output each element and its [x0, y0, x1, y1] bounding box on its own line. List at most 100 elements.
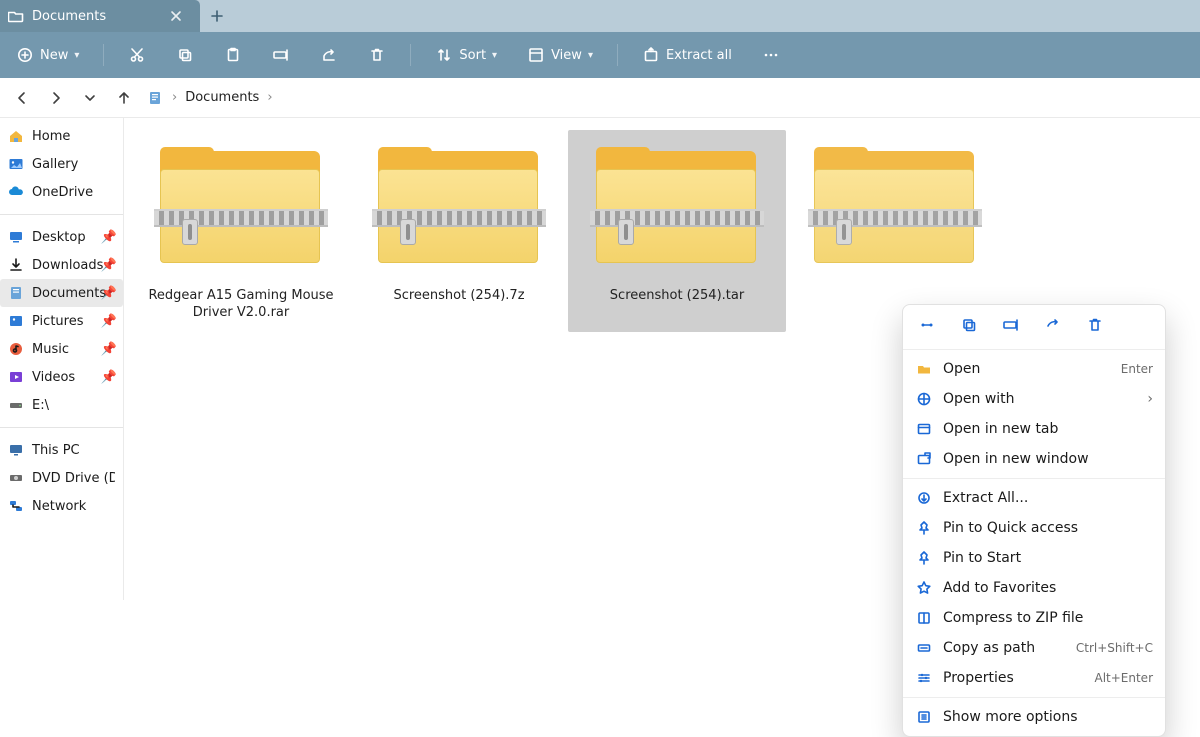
breadcrumb-documents[interactable]: Documents — [185, 90, 259, 105]
file-name: Redgear A15 Gaming Mouse Driver V2.0.rar — [138, 288, 344, 322]
paste-button[interactable] — [218, 42, 248, 68]
cloud-icon — [8, 184, 24, 200]
breadcrumb-separator: › — [267, 90, 272, 105]
sidebar-item-label: Gallery — [32, 157, 78, 172]
ctx-pin-quick-access[interactable]: Pin to Quick access — [903, 513, 1165, 543]
new-tab-button[interactable] — [200, 0, 234, 32]
chevron-right-icon: › — [1147, 391, 1153, 407]
copy-icon — [176, 46, 194, 64]
view-label: View — [551, 48, 582, 63]
chevron-down-icon: ▾ — [492, 50, 497, 61]
view-button[interactable]: View ▾ — [521, 42, 599, 68]
zip-folder-icon — [587, 142, 767, 282]
tab-documents[interactable]: Documents — [0, 0, 200, 32]
ctx-action-link[interactable] — [913, 313, 941, 337]
sidebar-item-network[interactable]: Network — [0, 492, 123, 520]
ctx-label: Open — [943, 361, 980, 377]
rename-button[interactable] — [266, 42, 296, 68]
sidebar-item-onedrive[interactable]: OneDrive — [0, 178, 123, 206]
sidebar-item-home[interactable]: Home — [0, 122, 123, 150]
music-icon — [8, 341, 24, 357]
file-item[interactable] — [786, 130, 1004, 332]
video-icon — [8, 369, 24, 385]
sidebar-item-videos[interactable]: Videos 📌 — [0, 363, 123, 391]
ctx-label: Copy as path — [943, 640, 1035, 656]
ctx-extract-all[interactable]: Extract All... — [903, 483, 1165, 513]
ctx-shortcut: Ctrl+Shift+C — [1076, 641, 1153, 655]
breadcrumb-separator: › — [172, 90, 177, 105]
sort-icon — [435, 46, 453, 64]
drive-icon — [8, 397, 24, 413]
content-area: Redgear A15 Gaming Mouse Driver V2.0.rar… — [124, 118, 1200, 600]
pc-icon — [8, 442, 24, 458]
ctx-show-more[interactable]: Show more options — [903, 702, 1165, 732]
ctx-properties[interactable]: Properties Alt+Enter — [903, 663, 1165, 693]
ctx-label: Open in new tab — [943, 421, 1058, 437]
home-icon — [8, 128, 24, 144]
dvd-icon — [8, 470, 24, 486]
sidebar-item-gallery[interactable]: Gallery — [0, 150, 123, 178]
forward-button[interactable] — [42, 84, 70, 112]
ctx-open-new-window[interactable]: Open in new window — [903, 444, 1165, 474]
sidebar-item-drive-e[interactable]: E:\ — [0, 391, 123, 419]
network-icon — [8, 498, 24, 514]
toolbar: New ▾ Sort ▾ View ▾ Extract all — [0, 32, 1200, 78]
delete-button[interactable] — [362, 42, 392, 68]
file-item[interactable]: Screenshot (254).tar — [568, 130, 786, 332]
ctx-label: Pin to Start — [943, 550, 1021, 566]
ctx-compress-zip[interactable]: Compress to ZIP file — [903, 603, 1165, 633]
sidebar-item-documents[interactable]: Documents 📌 — [0, 279, 123, 307]
ctx-action-share[interactable] — [1039, 313, 1067, 337]
sidebar-item-dvd[interactable]: DVD Drive (D:) CCC — [0, 464, 123, 492]
ctx-open-with[interactable]: Open with › — [903, 384, 1165, 414]
sidebar-item-this-pc[interactable]: This PC — [0, 436, 123, 464]
view-icon — [527, 46, 545, 64]
pin-icon — [915, 549, 933, 567]
ctx-add-favorites[interactable]: Add to Favorites — [903, 573, 1165, 603]
sidebar-item-label: Music — [32, 342, 69, 357]
sidebar-item-desktop[interactable]: Desktop 📌 — [0, 223, 123, 251]
sort-button[interactable]: Sort ▾ — [429, 42, 503, 68]
open-icon — [915, 360, 933, 378]
sort-label: Sort — [459, 48, 486, 63]
share-button[interactable] — [314, 42, 344, 68]
file-item[interactable]: Redgear A15 Gaming Mouse Driver V2.0.rar — [132, 130, 350, 332]
copy-button[interactable] — [170, 42, 200, 68]
extract-all-label: Extract all — [666, 48, 732, 63]
ctx-copy-path[interactable]: Copy as path Ctrl+Shift+C — [903, 633, 1165, 663]
pin-icon: 📌 — [101, 314, 117, 329]
new-window-icon — [915, 450, 933, 468]
ctx-label: Open with — [943, 391, 1015, 407]
ctx-shortcut: Alt+Enter — [1094, 671, 1153, 685]
gallery-icon — [8, 156, 24, 172]
desktop-icon — [8, 229, 24, 245]
sidebar-item-label: Desktop — [32, 230, 86, 245]
extract-all-button[interactable]: Extract all — [636, 42, 738, 68]
sidebar-item-label: Home — [32, 129, 70, 144]
ctx-open[interactable]: Open Enter — [903, 354, 1165, 384]
cut-button[interactable] — [122, 42, 152, 68]
ctx-action-copy[interactable] — [955, 313, 983, 337]
sidebar-item-label: This PC — [32, 443, 80, 458]
rename-icon — [272, 46, 290, 64]
new-button[interactable]: New ▾ — [10, 42, 85, 68]
ctx-pin-start[interactable]: Pin to Start — [903, 543, 1165, 573]
address-bar[interactable]: › Documents › — [140, 89, 1194, 107]
up-button[interactable] — [110, 84, 138, 112]
file-item[interactable]: Screenshot (254).7z — [350, 130, 568, 332]
sidebar-item-downloads[interactable]: Downloads 📌 — [0, 251, 123, 279]
back-button[interactable] — [8, 84, 36, 112]
more-toolbar-button[interactable] — [756, 42, 786, 68]
ctx-action-rename[interactable] — [997, 313, 1025, 337]
recent-button[interactable] — [76, 84, 104, 112]
document-icon — [146, 89, 164, 107]
sidebar-item-music[interactable]: Music 📌 — [0, 335, 123, 363]
ctx-action-delete[interactable] — [1081, 313, 1109, 337]
sidebar-item-pictures[interactable]: Pictures 📌 — [0, 307, 123, 335]
zip-folder-icon — [151, 142, 331, 282]
more-icon — [762, 46, 780, 64]
ctx-label: Compress to ZIP file — [943, 610, 1083, 626]
paste-icon — [224, 46, 242, 64]
close-icon[interactable] — [164, 4, 188, 28]
ctx-open-new-tab[interactable]: Open in new tab — [903, 414, 1165, 444]
